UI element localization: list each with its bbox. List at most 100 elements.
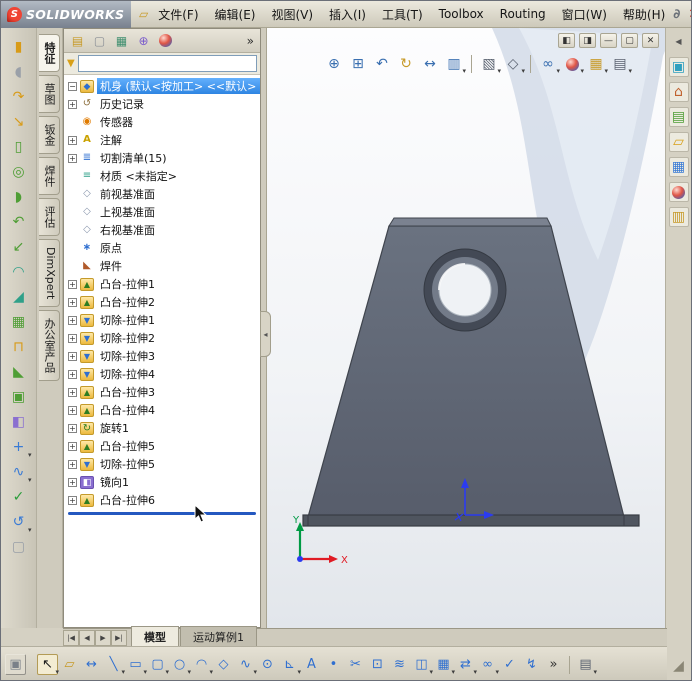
rapid-sketch-icon[interactable]: ↯ [521, 654, 542, 675]
tree-item[interactable]: +≡材质 <未指定> [64, 167, 260, 185]
menu-routing[interactable]: Routing [492, 3, 554, 25]
expander-icon[interactable]: + [68, 153, 77, 163]
circle-icon[interactable]: ○ ▾ [169, 654, 191, 676]
extruded-boss-icon[interactable]: ▮ [7, 36, 31, 58]
display-relations-icon[interactable]: ∞ ▾ [477, 654, 499, 676]
fillet-icon[interactable]: ◠ [7, 261, 31, 283]
graphics-area[interactable]: Y X ⊕⊞↶↻↔▥▾ ▧▾◇▾ ∞▾●▾▦▾▤▾ ◧ ◨ — ▢ ✕ [267, 28, 667, 628]
menu-v[interactable]: 视图(V) [263, 2, 321, 27]
tree-item[interactable]: + ▲ 凸台-拉伸5 [64, 437, 260, 455]
draft-icon[interactable]: ◣ [7, 361, 31, 383]
expander-icon[interactable]: + [68, 279, 77, 289]
solidworks-resources-icon[interactable]: ▣ [668, 57, 689, 77]
smart-dimension-icon[interactable]: ↔ [81, 654, 102, 675]
part-hole[interactable] [423, 248, 507, 332]
dimxpertmanager-tab-icon[interactable]: ⊕ [133, 31, 154, 50]
expander-icon[interactable]: + [68, 387, 77, 397]
swept-boss-icon[interactable]: ↷ [7, 86, 31, 108]
collapse-expander-icon[interactable]: − [68, 81, 77, 91]
window-left-icon[interactable]: ◧ [558, 33, 575, 48]
zoom-to-fit-icon[interactable]: ⊕ [323, 54, 345, 74]
tab-scroll-1[interactable]: |◀ [63, 630, 79, 646]
expander-icon[interactable]: + [68, 99, 77, 109]
featuremanager-tab-icon[interactable]: ▤ [67, 31, 88, 50]
expander-icon[interactable]: + [68, 297, 77, 307]
side-tab-3[interactable]: 钣金 [39, 116, 60, 154]
hide-show-items-icon[interactable]: ∞ ▾ [537, 54, 560, 75]
rotate-view-icon[interactable]: ↻ [395, 54, 417, 74]
side-tab-5[interactable]: 评估 [39, 198, 60, 236]
offset-entities-icon[interactable]: ≋ [389, 654, 410, 675]
tab-scroll-2[interactable]: ◀ [79, 630, 95, 646]
chamfer-icon[interactable]: ◢ [7, 286, 31, 308]
reference-box-icon[interactable]: ▣ [5, 654, 26, 675]
expander-icon[interactable]: + [68, 441, 77, 451]
file-explorer-icon[interactable]: ▱ [668, 132, 689, 152]
close-app-button[interactable]: ✕ [688, 7, 691, 22]
previous-view-icon[interactable]: ↶ [371, 54, 393, 74]
menu-t[interactable]: 工具(T) [374, 2, 431, 27]
view-palette-icon[interactable]: ▦ [668, 157, 689, 177]
expander-icon[interactable]: + [68, 315, 77, 325]
mirror-feature-icon[interactable]: ◧ [7, 411, 31, 433]
side-tab-6[interactable]: DimXpert [39, 239, 60, 308]
tree-root-item[interactable]: − ◆ 机身 (默认<按加工> <<默认> [64, 77, 260, 95]
reference-geometry-icon[interactable]: + ▾ [7, 436, 32, 459]
restore-doc-icon[interactable]: ▢ [621, 33, 638, 48]
apply-scene-icon[interactable]: ▦ ▾ [585, 54, 608, 75]
tree-item[interactable]: + ▲ 凸台-拉伸3 [64, 383, 260, 401]
expander-icon[interactable]: + [68, 135, 77, 145]
section-view-icon[interactable]: ▥ ▾ [443, 54, 466, 75]
displaymanager-tab-icon[interactable]: ● [155, 31, 176, 50]
tree-item[interactable]: +◇前视基准面 [64, 185, 260, 203]
menu-e[interactable]: 编辑(E) [207, 2, 264, 27]
part-base-plate[interactable] [302, 514, 640, 527]
propertymanager-tab-icon[interactable]: ▢ [89, 31, 110, 50]
shell-icon[interactable]: ▣ [7, 386, 31, 408]
side-tab-7[interactable]: 办公室产品 [39, 310, 60, 382]
arc-icon[interactable]: ◠ ▾ [191, 654, 213, 676]
mirror-entities-icon[interactable]: ◫ ▾ [411, 654, 433, 676]
edit-appearance-icon[interactable]: ●▾ [561, 54, 584, 75]
swept-cut-icon[interactable]: ↶ [7, 211, 31, 233]
display-style-icon[interactable]: ◇ ▾ [502, 54, 525, 75]
design-library-icon[interactable]: ▤ [668, 107, 689, 127]
helix-icon[interactable]: ↺ ▾ [7, 511, 32, 534]
repair-sketch-icon[interactable]: ✓ [499, 654, 520, 675]
linear-pattern-icon[interactable]: ▦ [7, 311, 31, 333]
hole-wizard-icon[interactable]: ◎ [7, 161, 31, 183]
tree-item[interactable]: + ↻ 旋转1 [64, 419, 260, 437]
select-arrow-icon[interactable]: ↖ ▾ [37, 654, 59, 676]
tree-item[interactable]: +◇上视基准面 [64, 203, 260, 221]
spline-icon[interactable]: ∿ ▾ [235, 654, 257, 676]
tab-scroll-4[interactable]: ▶| [111, 630, 127, 646]
zoom-to-area-icon[interactable]: ⊞ [347, 54, 369, 74]
expander-icon[interactable]: + [68, 351, 77, 361]
slot-icon[interactable]: ▢ ▾ [147, 654, 169, 676]
instant3d-icon[interactable]: ✓ [7, 486, 31, 508]
lofted-boss-icon[interactable]: ↘ [7, 111, 31, 133]
tree-item[interactable]: + ▲ 凸台-拉伸1 [64, 275, 260, 293]
expander-icon[interactable]: + [68, 405, 77, 415]
point-icon[interactable]: • [323, 654, 344, 675]
expander-icon[interactable]: + [68, 477, 77, 487]
menu-w[interactable]: 窗口(W) [554, 2, 615, 27]
tree-item[interactable]: + ▲ 凸台-拉伸6 [64, 491, 260, 509]
tree-item[interactable]: + ≣ 切割清单(15) [64, 149, 260, 167]
side-tab-2[interactable]: 草图 [39, 75, 60, 113]
custom-properties-icon[interactable]: ▥ [668, 207, 689, 227]
window-right-icon[interactable]: ◨ [579, 33, 596, 48]
tree-item[interactable]: + ▼ 切除-拉伸2 [64, 329, 260, 347]
pan-icon[interactable]: ↔ [419, 54, 441, 74]
splitter-handle[interactable]: ◂ [260, 311, 271, 357]
move-entities-icon[interactable]: ⇄ ▾ [455, 654, 477, 676]
menu-h[interactable]: 帮助(H) [615, 2, 673, 27]
sketch-fillet-icon[interactable]: ⊾ ▾ [279, 654, 301, 676]
expander-icon[interactable]: + [68, 369, 77, 379]
trim-entities-icon[interactable]: ✂ [345, 654, 366, 675]
toolbar-overflow-icon[interactable]: » [543, 654, 564, 675]
resize-grip-icon[interactable]: ◢ [669, 656, 689, 676]
options-icon[interactable]: ▤ ▾ [575, 654, 597, 676]
convert-entities-icon[interactable]: ⊡ [367, 654, 388, 675]
tree-item[interactable]: + ↺ 历史记录 [64, 95, 260, 113]
